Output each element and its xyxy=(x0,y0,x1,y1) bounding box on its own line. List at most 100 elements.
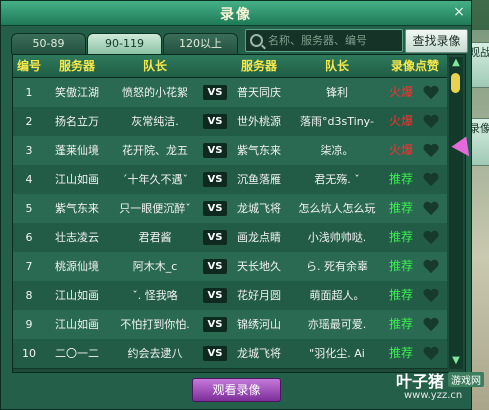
row-server-1: 壮志凌云 xyxy=(55,231,99,244)
search-input[interactable] xyxy=(266,32,400,49)
table-row[interactable]: 7 桃源仙境 阿木木_c 天长地久 ら. 死有余辜 VS 推荐 xyxy=(13,252,447,282)
tab-50-89[interactable]: 50-89 xyxy=(11,33,86,54)
row-number: 7 xyxy=(25,260,33,273)
row-status: 推荐 xyxy=(388,346,413,360)
table-row[interactable]: 2 扬名立万 灰常纯洁. 世外桃源 落雨°d3sTiny- VS 火爆 xyxy=(13,107,447,137)
row-captain-1: 愤怒的小花絮 xyxy=(122,86,188,99)
vs-badge: VS xyxy=(203,201,227,216)
replay-window: 录像 × 50-89 90-119 120以上 查找录像 编号 服务器 队长 服… xyxy=(0,0,472,410)
like-heart-icon[interactable] xyxy=(423,173,439,187)
vs-badge: VS xyxy=(203,143,227,158)
table-header: 编号 服务器 队长 服务器 队长 录像点赞 xyxy=(13,55,447,78)
row-status: 火爆 xyxy=(388,85,413,99)
vs-badge: VS xyxy=(203,317,227,332)
row-captain-1: 约会去逮八 xyxy=(127,347,183,360)
watermark-logo: 叶子猪 游戏网 www.yzz.cn xyxy=(396,368,488,408)
header-captain-2: 队长 xyxy=(324,59,349,73)
like-heart-icon[interactable] xyxy=(423,289,439,303)
search-button[interactable]: 查找录像 xyxy=(405,29,468,53)
window-title: 录像 xyxy=(220,7,252,23)
row-captain-2: 落雨°d3sTiny- xyxy=(300,115,374,128)
row-number: 8 xyxy=(25,289,33,302)
row-server-2: 龙城飞将 xyxy=(237,347,281,360)
watermark-url: www.yzz.cn xyxy=(404,390,463,401)
row-number: 6 xyxy=(25,231,33,244)
row-number: 4 xyxy=(25,173,33,186)
row-server-2: 沉鱼落雁 xyxy=(237,173,281,186)
table-row[interactable]: 9 江山如画 不怕打到你怕. 锦绣河山 亦瑶最可爱. VS 推荐 xyxy=(13,310,447,340)
table-row[interactable]: 1 笑傲江湖 愤怒的小花絮 普天同庆 锋利 VS 火爆 xyxy=(13,78,447,108)
row-server-2: 画龙点睛 xyxy=(237,231,281,244)
row-status: 推荐 xyxy=(388,317,413,331)
like-heart-icon[interactable] xyxy=(423,86,439,100)
scrollbar[interactable]: ▲ ▼ xyxy=(449,57,463,369)
title-bar: 录像 × xyxy=(1,1,471,26)
row-server-1: 蓬莱仙境 xyxy=(55,144,99,157)
row-captain-2: "羽化尘. Ai xyxy=(309,347,365,360)
tab-90-119[interactable]: 90-119 xyxy=(87,33,162,54)
like-heart-icon[interactable] xyxy=(423,260,439,274)
vs-badge: VS xyxy=(203,114,227,129)
row-captain-1: 君君酱 xyxy=(138,231,172,244)
row-server-1: 扬名立万 xyxy=(55,115,99,128)
row-captain-2: 怎么坑人怎么玩 xyxy=(298,202,376,215)
row-server-2: 锦绣河山 xyxy=(237,318,281,331)
row-server-1: 紫气东来 xyxy=(55,202,99,215)
search-icon xyxy=(250,34,263,47)
like-heart-icon[interactable] xyxy=(423,231,439,245)
row-captain-1: 不怕打到你怕. xyxy=(120,318,190,331)
tab-120-plus[interactable]: 120以上 xyxy=(163,33,238,54)
watch-replay-button[interactable]: 观看录像 xyxy=(192,378,281,402)
header-server-1: 服务器 xyxy=(58,59,95,73)
vs-badge: VS xyxy=(203,172,227,187)
like-heart-icon[interactable] xyxy=(423,318,439,332)
row-server-1: 笑傲江湖 xyxy=(55,86,99,99)
row-captain-2: 锋利 xyxy=(326,86,348,99)
header-likes: 录像点赞 xyxy=(390,59,439,73)
row-number: 2 xyxy=(25,115,33,128)
scroll-up-icon[interactable]: ▲ xyxy=(449,57,463,69)
row-status: 推荐 xyxy=(388,172,413,186)
close-icon[interactable]: × xyxy=(450,4,468,21)
table-row[interactable]: 5 紫气东来 只一眼便沉醉ˇ 龙城飞将 怎么坑人怎么玩 VS 推荐 xyxy=(13,194,447,224)
row-server-2: 普天同庆 xyxy=(237,86,281,99)
watermark-main: 叶子猪 xyxy=(396,372,445,391)
scroll-down-icon[interactable]: ▼ xyxy=(449,355,463,367)
row-number: 9 xyxy=(25,318,33,331)
row-status: 推荐 xyxy=(388,201,413,215)
row-status: 火爆 xyxy=(388,143,413,157)
vs-badge: VS xyxy=(203,85,227,100)
table-row[interactable]: 8 江山如画 ˇ. 怪我咯 花好月圆 萌面超人。 VS 推荐 xyxy=(13,281,447,311)
row-status: 推荐 xyxy=(388,230,413,244)
row-status: 火爆 xyxy=(388,114,413,128)
row-captain-1: 阿木木_c xyxy=(132,260,178,273)
row-captain-2: 亦瑶最可爱. xyxy=(307,318,367,331)
row-captain-2: 萌面超人。 xyxy=(309,289,365,302)
vs-badge: VS xyxy=(203,346,227,361)
table-row[interactable]: 6 壮志凌云 君君酱 画龙点睛 小浅帅帅哒. VS 推荐 xyxy=(13,223,447,253)
table-row[interactable]: 3 蓬莱仙境 花开院、龙五 紫气东来 柒凉。 VS 火爆 xyxy=(13,136,447,166)
row-captain-2: 君无殇. ˇ xyxy=(314,173,360,186)
replay-table: 编号 服务器 队长 服务器 队长 录像点赞 1 笑傲江湖 愤怒的小花絮 普天同庆 锋利 V… xyxy=(12,54,466,373)
row-server-1: 江山如画 xyxy=(55,318,99,331)
vs-badge: VS xyxy=(203,288,227,303)
like-heart-icon[interactable] xyxy=(423,347,439,361)
row-captain-2: ら. 死有余辜 xyxy=(306,260,368,273)
like-heart-icon[interactable] xyxy=(423,144,439,158)
table-row[interactable]: 10 二〇一二 约会去逮八 龙城飞将 "羽化尘. Ai VS 推荐 xyxy=(13,339,447,369)
table-row[interactable]: 4 江山如画 ˊ十年久不遇ˇ 沉鱼落雁 君无殇. ˇ VS 推荐 xyxy=(13,165,447,195)
row-captain-1: ˇ. 怪我咯 xyxy=(132,289,178,302)
vs-badge: VS xyxy=(203,259,227,274)
row-server-1: 二〇一二 xyxy=(55,347,99,360)
row-captain-2: 小浅帅帅哒. xyxy=(307,231,367,244)
row-server-1: 江山如画 xyxy=(55,289,99,302)
search-box xyxy=(245,29,403,52)
like-heart-icon[interactable] xyxy=(423,115,439,129)
scroll-thumb[interactable] xyxy=(451,73,460,93)
row-captain-1: 灰常纯洁. xyxy=(131,115,179,128)
row-number: 1 xyxy=(25,86,33,99)
row-number: 5 xyxy=(25,202,33,215)
like-heart-icon[interactable] xyxy=(423,202,439,216)
row-captain-1: 只一眼便沉醉ˇ xyxy=(119,202,191,215)
row-server-2: 天长地久 xyxy=(237,260,281,273)
